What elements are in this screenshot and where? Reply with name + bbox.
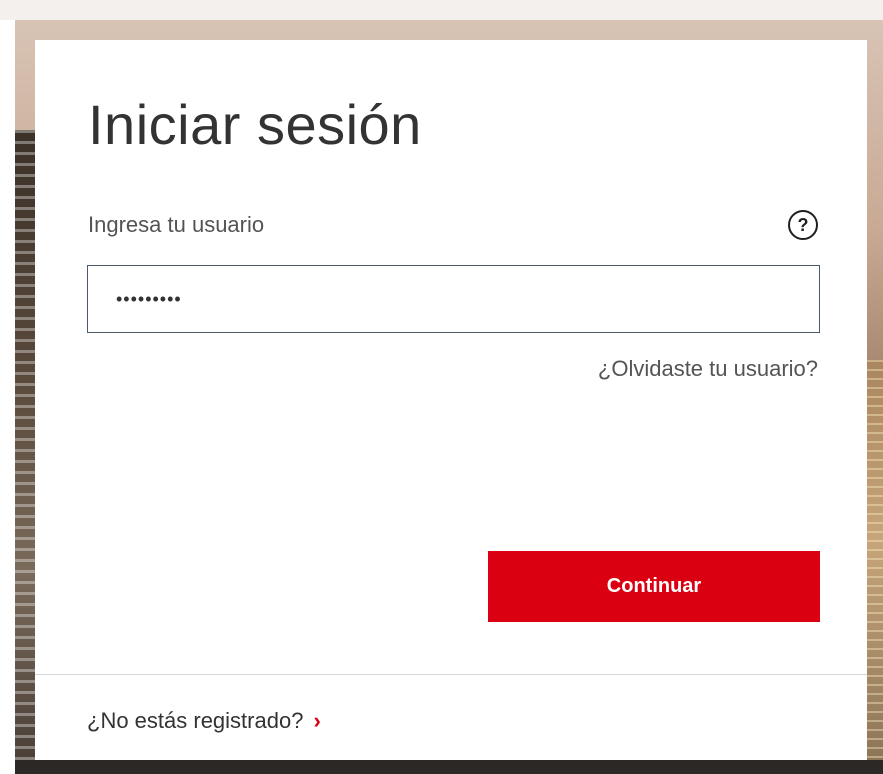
login-card: Iniciar sesión Ingresa tu usuario ? ¿Olv…	[35, 40, 867, 760]
register-link[interactable]: ¿No estás registrado? ›	[87, 708, 321, 734]
forgot-username-link[interactable]: ¿Olvidaste tu usuario?	[598, 356, 818, 382]
register-link-label: ¿No estás registrado?	[87, 708, 304, 733]
help-icon-glyph: ?	[797, 214, 809, 235]
chevron-right-icon: ›	[313, 708, 321, 733]
continue-button[interactable]: Continuar	[488, 551, 820, 622]
question-circle-icon[interactable]: ?	[788, 210, 818, 240]
background-bottom-strip	[15, 760, 883, 774]
username-label: Ingresa tu usuario	[88, 212, 265, 237]
username-input[interactable]	[87, 265, 820, 333]
divider	[35, 674, 867, 675]
background-building-left	[15, 130, 35, 760]
page-title: Iniciar sesión	[88, 93, 422, 156]
